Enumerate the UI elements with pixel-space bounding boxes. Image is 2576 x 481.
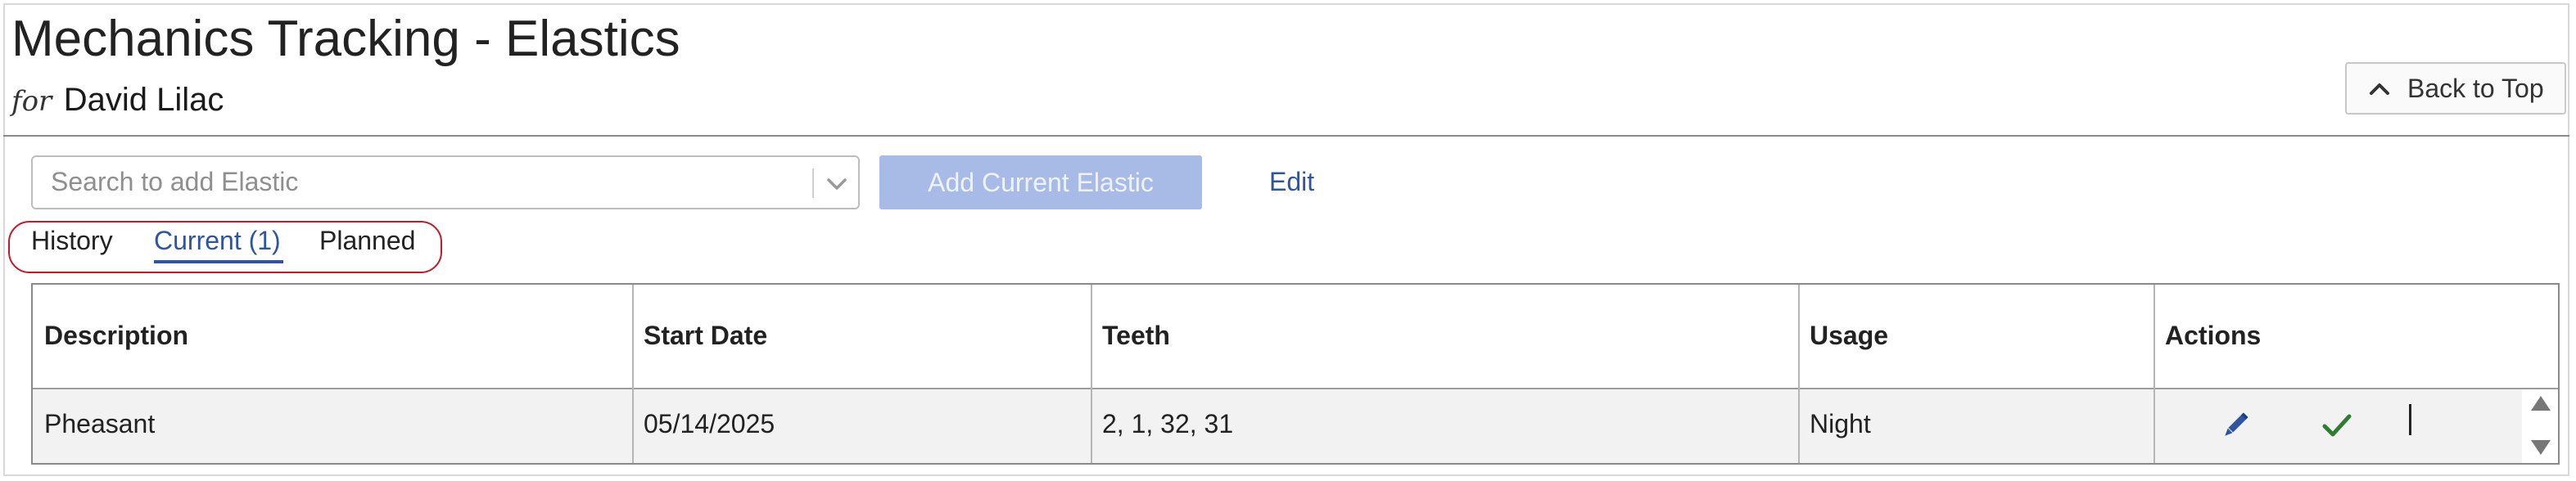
checkmark-icon[interactable]	[2321, 409, 2353, 442]
back-to-top-label: Back to Top	[2407, 73, 2544, 103]
tab-current[interactable]: Current (1)	[154, 226, 281, 256]
column-divider	[1798, 285, 1800, 463]
cell-usage: Night	[1810, 409, 1871, 438]
column-divider	[632, 285, 634, 463]
cell-start-date: 05/14/2025	[644, 409, 775, 438]
tab-history[interactable]: History	[31, 226, 113, 256]
scroll-down-arrow-icon[interactable]	[2529, 437, 2553, 458]
elastics-table: Description Start Date Teeth Usage Actio…	[31, 283, 2560, 465]
patient-name: David Lilac	[63, 82, 224, 118]
patient-line: for David Lilac	[11, 82, 224, 119]
back-to-top-button[interactable]: Back to Top	[2345, 62, 2566, 115]
chevron-down-icon[interactable]	[820, 169, 853, 200]
elastic-search-input[interactable]: Search to add Elastic	[31, 155, 860, 209]
scroll-up-arrow-icon[interactable]	[2529, 393, 2553, 414]
chevron-up-icon	[2370, 83, 2389, 95]
column-header-teeth: Teeth	[1102, 321, 1170, 350]
tab-planned[interactable]: Planned	[319, 226, 415, 256]
for-label: for	[11, 85, 52, 118]
column-header-description: Description	[44, 321, 189, 350]
cell-description: Pheasant	[44, 409, 156, 438]
table-header: Description Start Date Teeth Usage Actio…	[33, 285, 2558, 389]
page-title: Mechanics Tracking - Elastics	[11, 11, 680, 67]
dropdown-separator	[812, 169, 814, 198]
cell-teeth: 2, 1, 32, 31	[1102, 409, 1234, 438]
text-cursor	[2409, 404, 2411, 435]
column-header-actions: Actions	[2165, 321, 2262, 350]
column-divider	[2153, 285, 2155, 463]
table-row: Pheasant 05/14/2025 2, 1, 32, 31 Night	[33, 389, 2522, 463]
pencil-icon[interactable]	[2219, 409, 2252, 442]
column-divider	[1091, 285, 1092, 463]
edit-link[interactable]: Edit	[1269, 167, 1314, 197]
search-placeholder: Search to add Elastic	[51, 167, 299, 196]
column-header-start-date: Start Date	[644, 321, 768, 350]
add-current-elastic-button[interactable]: Add Current Elastic	[879, 155, 1202, 209]
header-divider	[3, 135, 2569, 137]
active-tab-underline	[154, 260, 283, 263]
column-header-usage: Usage	[1810, 321, 1889, 350]
